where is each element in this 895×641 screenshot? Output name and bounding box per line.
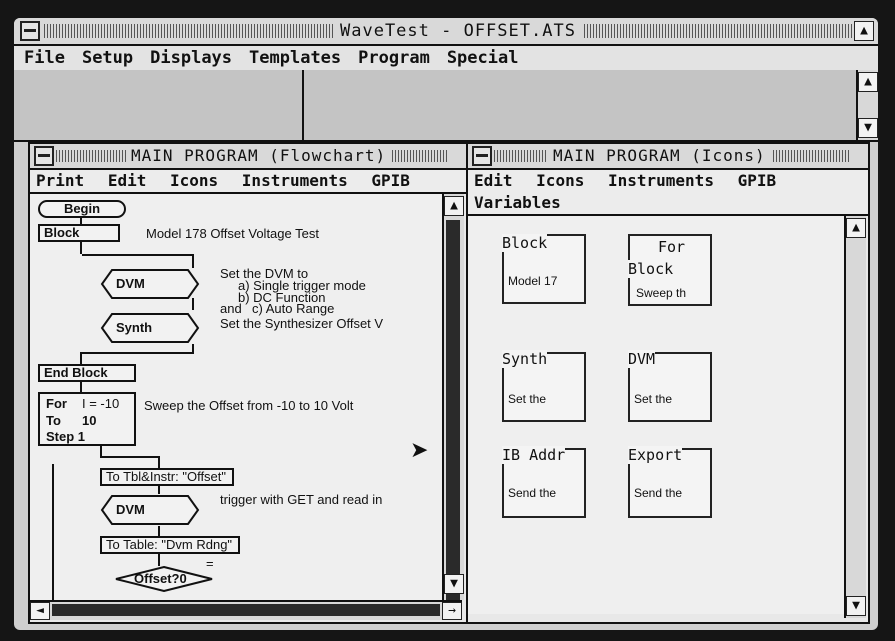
flowchart-horizontal-scrollbar[interactable]: ◄ → bbox=[30, 600, 462, 620]
icon-for-name: For bbox=[658, 238, 686, 256]
menu-setup[interactable]: Setup bbox=[82, 48, 133, 68]
for-keyword: For bbox=[46, 396, 67, 411]
icons-menu-bar: Edit Icons Instruments GPIB Variables bbox=[468, 170, 868, 216]
flowchart-dvm-comment-line-4: and bbox=[220, 301, 242, 316]
menu-templates[interactable]: Templates bbox=[249, 48, 341, 68]
flowchart-end-block-node[interactable]: End Block bbox=[38, 364, 136, 382]
icons-title-bar[interactable]: MAIN PROGRAM (Icons) bbox=[468, 144, 868, 170]
for-start-value: I = -10 bbox=[82, 396, 120, 411]
icon-for-desc: Sweep th bbox=[636, 286, 687, 300]
menu-displays[interactable]: Displays bbox=[150, 48, 232, 68]
app-title: WaveTest - OFFSET.ATS bbox=[334, 21, 582, 41]
flowchart-title-bar[interactable]: MAIN PROGRAM (Flowchart) bbox=[30, 144, 466, 170]
icon-synth-desc: Set the bbox=[508, 392, 547, 406]
workspace-top-area: ▲ ▼ bbox=[14, 70, 878, 142]
flowchart-menu-gpib[interactable]: GPIB bbox=[371, 171, 410, 190]
flowchart-scroll-up-icon[interactable]: ▲ bbox=[444, 196, 464, 216]
flowchart-for-node[interactable]: For I = -10 To 10 Step 1 bbox=[38, 392, 136, 446]
icon-ib-addr-desc: Send the bbox=[508, 486, 557, 500]
icon-export-name: Export bbox=[628, 446, 683, 464]
flowchart-dvm-comment-line-5: c) Auto Range bbox=[252, 301, 335, 316]
icons-scroll-up-icon[interactable]: ▲ bbox=[846, 218, 866, 238]
flowchart-menu-edit[interactable]: Edit bbox=[108, 171, 147, 190]
flowchart-scroll-down-icon[interactable]: ▼ bbox=[444, 574, 464, 594]
menu-special[interactable]: Special bbox=[447, 48, 519, 68]
icon-block-name: Block bbox=[502, 234, 548, 252]
flowchart-scroll-thumb[interactable] bbox=[446, 220, 460, 600]
application-window: WaveTest - OFFSET.ATS ▲ File Setup Displ… bbox=[14, 18, 878, 630]
flowchart-canvas[interactable]: Begin Block Model 178 Offset Voltage Tes… bbox=[30, 194, 442, 614]
flowchart-vertical-scrollbar[interactable]: ▲ ▼ bbox=[442, 194, 464, 600]
flowchart-menu-bar: Print Edit Icons Instruments GPIB bbox=[30, 170, 466, 194]
menu-program[interactable]: Program bbox=[358, 48, 430, 68]
flowchart-dvm-label-1: DVM bbox=[116, 276, 145, 291]
flowchart-to-tbl-instr-node[interactable]: To Tbl&Instr: "Offset" bbox=[100, 468, 234, 486]
icons-window-title: MAIN PROGRAM (Icons) bbox=[548, 146, 771, 165]
for-end-value: 10 bbox=[82, 413, 97, 428]
workspace-scrollbar[interactable]: ▲ ▼ bbox=[856, 70, 878, 140]
icons-menu-instruments[interactable]: Instruments bbox=[608, 171, 714, 190]
icon-ib-addr-name: IB Addr bbox=[502, 446, 566, 464]
app-title-bar[interactable]: WaveTest - OFFSET.ATS ▲ bbox=[14, 18, 878, 46]
icon-synth-name: Synth bbox=[502, 350, 548, 368]
for-step: Step 1 bbox=[46, 429, 86, 444]
flowchart-scroll-left-icon[interactable]: ◄ bbox=[30, 602, 50, 620]
flowchart-window-title: MAIN PROGRAM (Flowchart) bbox=[126, 146, 392, 165]
icons-system-menu-icon[interactable] bbox=[472, 146, 492, 166]
flowchart-dvm-node-1[interactable] bbox=[100, 268, 200, 300]
flowchart-to-table-node[interactable]: To Table: "Dvm Rdng" bbox=[100, 536, 240, 554]
icon-export-desc: Send the bbox=[634, 486, 683, 500]
flowchart-menu-icons[interactable]: Icons bbox=[170, 171, 218, 190]
icon-block-desc: Model 17 bbox=[508, 274, 558, 288]
flowchart-system-menu-icon[interactable] bbox=[34, 146, 54, 166]
icons-canvas[interactable]: Block Model 17 For Block Sweep th Synth … bbox=[468, 216, 844, 614]
icon-dvm-desc: Set the bbox=[634, 392, 673, 406]
icons-menu-icons[interactable]: Icons bbox=[536, 171, 584, 190]
flowchart-dvm-node-2[interactable] bbox=[100, 494, 200, 526]
flowchart-decision-label: Offset?0 bbox=[134, 571, 187, 586]
flowchart-menu-print[interactable]: Print bbox=[36, 171, 84, 190]
flowchart-dvm-comment-2: trigger with GET and read in bbox=[220, 492, 383, 507]
mouse-pointer-icon: ➤ bbox=[410, 438, 429, 463]
workspace-scroll-up-icon[interactable]: ▲ bbox=[858, 72, 878, 92]
flowchart-dvm-label-2: DVM bbox=[116, 502, 145, 517]
icons-menu-variables[interactable]: Variables bbox=[474, 193, 561, 212]
flowchart-menu-instruments[interactable]: Instruments bbox=[242, 171, 348, 190]
maximize-icon[interactable]: ▲ bbox=[854, 21, 874, 41]
flowchart-synth-label: Synth bbox=[116, 320, 153, 335]
icons-window: MAIN PROGRAM (Icons) Edit Icons Instrume… bbox=[466, 142, 870, 624]
to-keyword: To bbox=[46, 413, 61, 428]
icons-menu-gpib[interactable]: GPIB bbox=[738, 171, 777, 190]
workspace-scroll-down-icon[interactable]: ▼ bbox=[858, 118, 878, 138]
icons-menu-edit[interactable]: Edit bbox=[474, 171, 513, 190]
flowchart-begin-node[interactable]: Begin bbox=[38, 200, 126, 218]
icon-dvm-name: DVM bbox=[628, 350, 656, 368]
flowchart-block-comment: Model 178 Offset Voltage Test bbox=[146, 226, 319, 241]
flowchart-block-node[interactable]: Block bbox=[38, 224, 120, 242]
flowchart-hscroll-thumb[interactable] bbox=[52, 604, 440, 616]
icon-for-block-name: Block bbox=[628, 260, 674, 278]
menu-file[interactable]: File bbox=[24, 48, 65, 68]
flowchart-scroll-right-icon[interactable]: → bbox=[442, 602, 462, 620]
icons-vertical-scrollbar[interactable]: ▲ ▼ bbox=[844, 216, 866, 618]
icons-scroll-down-icon[interactable]: ▼ bbox=[846, 596, 866, 616]
flowchart-window: MAIN PROGRAM (Flowchart) Print Edit Icon… bbox=[28, 142, 468, 624]
system-menu-icon[interactable] bbox=[20, 21, 40, 41]
app-menu-bar: File Setup Displays Templates Program Sp… bbox=[14, 46, 878, 72]
flowchart-for-comment: Sweep the Offset from -10 to 10 Volt bbox=[144, 398, 354, 413]
flowchart-synth-comment: Set the Synthesizer Offset V bbox=[220, 316, 384, 331]
